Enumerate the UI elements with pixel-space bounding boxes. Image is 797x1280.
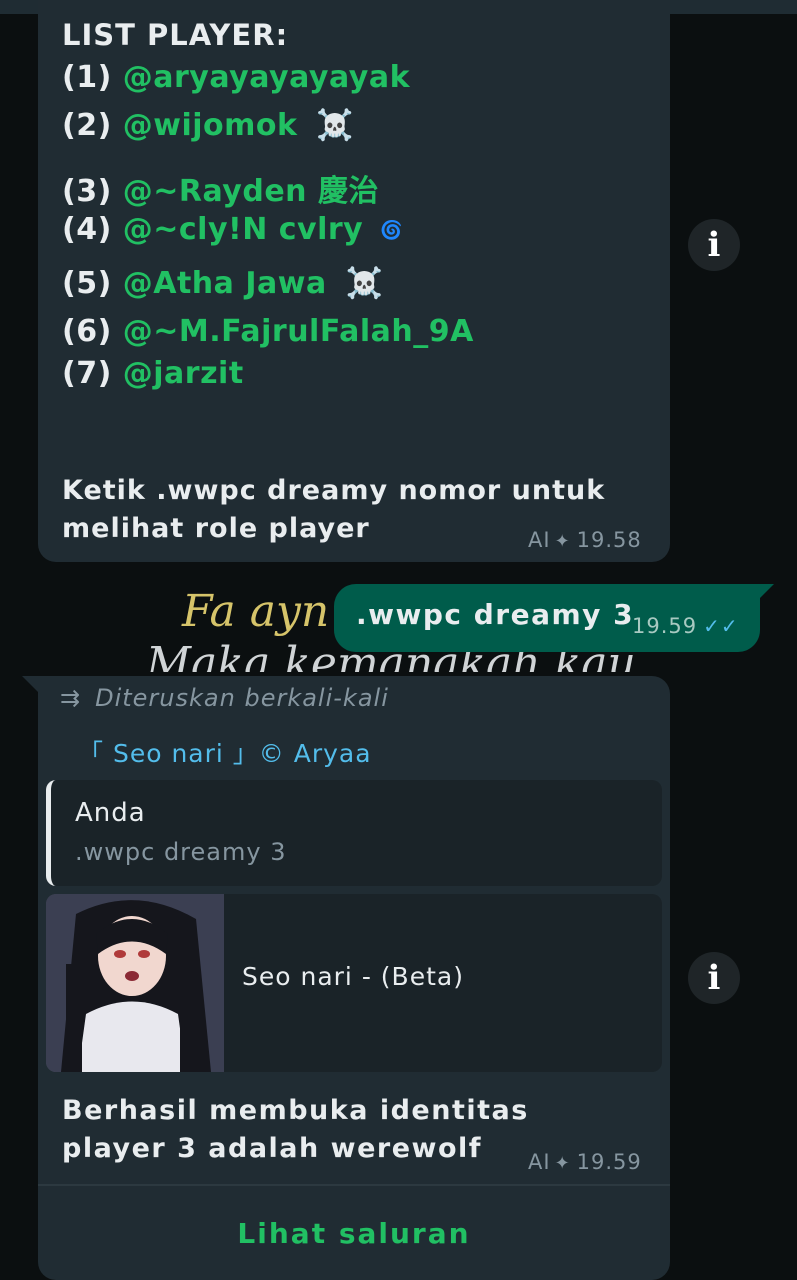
sender-name[interactable]: 「 Seo nari 」© Aryaa [78, 734, 372, 770]
link-preview[interactable]: Seo nari - (Beta) [46, 894, 662, 1072]
player-mention[interactable]: @~Rayden 慶治 [123, 174, 379, 209]
player-mention[interactable]: @jarzit [123, 356, 244, 391]
player-item: (1) @aryayayayayak [62, 60, 410, 95]
double-check-icon: ✓✓ [703, 614, 739, 638]
player-mention[interactable]: @~M.FajrulFalah_9A [123, 314, 474, 349]
preview-thumbnail [46, 894, 224, 1072]
forwarded-indicator: ⇉ Diteruskan berkali-kali [60, 684, 389, 712]
player-item: (2) @wijomok ☠️ [62, 108, 354, 143]
player-number: (5) [62, 266, 112, 301]
outgoing-message-text: .wwpc dreamy 3 [356, 598, 635, 631]
player-number: (1) [62, 60, 112, 95]
quote-author: Anda [75, 798, 146, 828]
player-item: (7) @jarzit [62, 356, 244, 391]
player-number: (3) [62, 174, 112, 209]
skull-icon: ☠️ [345, 266, 384, 301]
ai-sparkle-icon: ✦ [554, 531, 571, 552]
player-mention[interactable]: @Atha Jawa [123, 266, 327, 301]
outgoing-message[interactable]: .wwpc dreamy 3 19.59 ✓✓ [334, 584, 774, 652]
player-item: (3) @~Rayden 慶治 [62, 166, 379, 210]
player-list-title: LIST PLAYER: [62, 18, 289, 52]
quoted-message[interactable]: Anda .wwpc dreamy 3 [46, 780, 662, 886]
player-number: (4) [62, 212, 112, 247]
double-forward-arrow-icon: ⇉ [60, 684, 82, 712]
info-icon: i [707, 225, 721, 265]
info-button[interactable]: i [688, 219, 740, 271]
ai-label: AI [528, 528, 551, 552]
player-item: (4) @~cly!N cvlry 🌀 [62, 212, 403, 247]
forwarded-label: Diteruskan berkali-kali [95, 684, 389, 712]
message-time: 19.59 [632, 614, 698, 638]
ai-label: AI [528, 1150, 551, 1174]
incoming-message-player-list[interactable]: LIST PLAYER: (1) @aryayayayayak (2) @wij… [38, 0, 670, 562]
ai-sparkle-icon: ✦ [554, 1153, 571, 1174]
player-mention[interactable]: @~cly!N cvlry [123, 212, 363, 247]
player-mention[interactable]: @aryayayayayak [123, 60, 410, 95]
info-icon: i [707, 958, 721, 998]
player-item: (5) @Atha Jawa ☠️ [62, 266, 384, 301]
info-button[interactable]: i [688, 952, 740, 1004]
player-number: (6) [62, 314, 112, 349]
view-channel-button[interactable]: Lihat saluran [38, 1186, 670, 1280]
spiral-icon: 🌀 [380, 220, 404, 241]
player-item: (6) @~M.FajrulFalah_9A [62, 314, 474, 349]
preview-title: Seo nari - (Beta) [242, 962, 464, 991]
incoming-forwarded-message[interactable]: ⇉ Diteruskan berkali-kali 「 Seo nari 」© A… [22, 676, 670, 1280]
player-mention[interactable]: @wijomok [123, 108, 298, 143]
player-number: (2) [62, 108, 112, 143]
message-time: 19.59 [576, 1150, 642, 1174]
outgoing-message-meta: 19.59 ✓✓ [632, 614, 739, 638]
message-meta: AI ✦ 19.59 [528, 1150, 642, 1174]
quote-text: .wwpc dreamy 3 [75, 838, 287, 866]
message-meta: AI ✦ 19.58 [528, 528, 642, 552]
skull-icon: ☠️ [316, 108, 355, 143]
message-time: 19.58 [576, 528, 642, 552]
anime-portrait-image [46, 894, 224, 1072]
player-number: (7) [62, 356, 112, 391]
background-text-line1: Fa ayn [182, 586, 330, 637]
